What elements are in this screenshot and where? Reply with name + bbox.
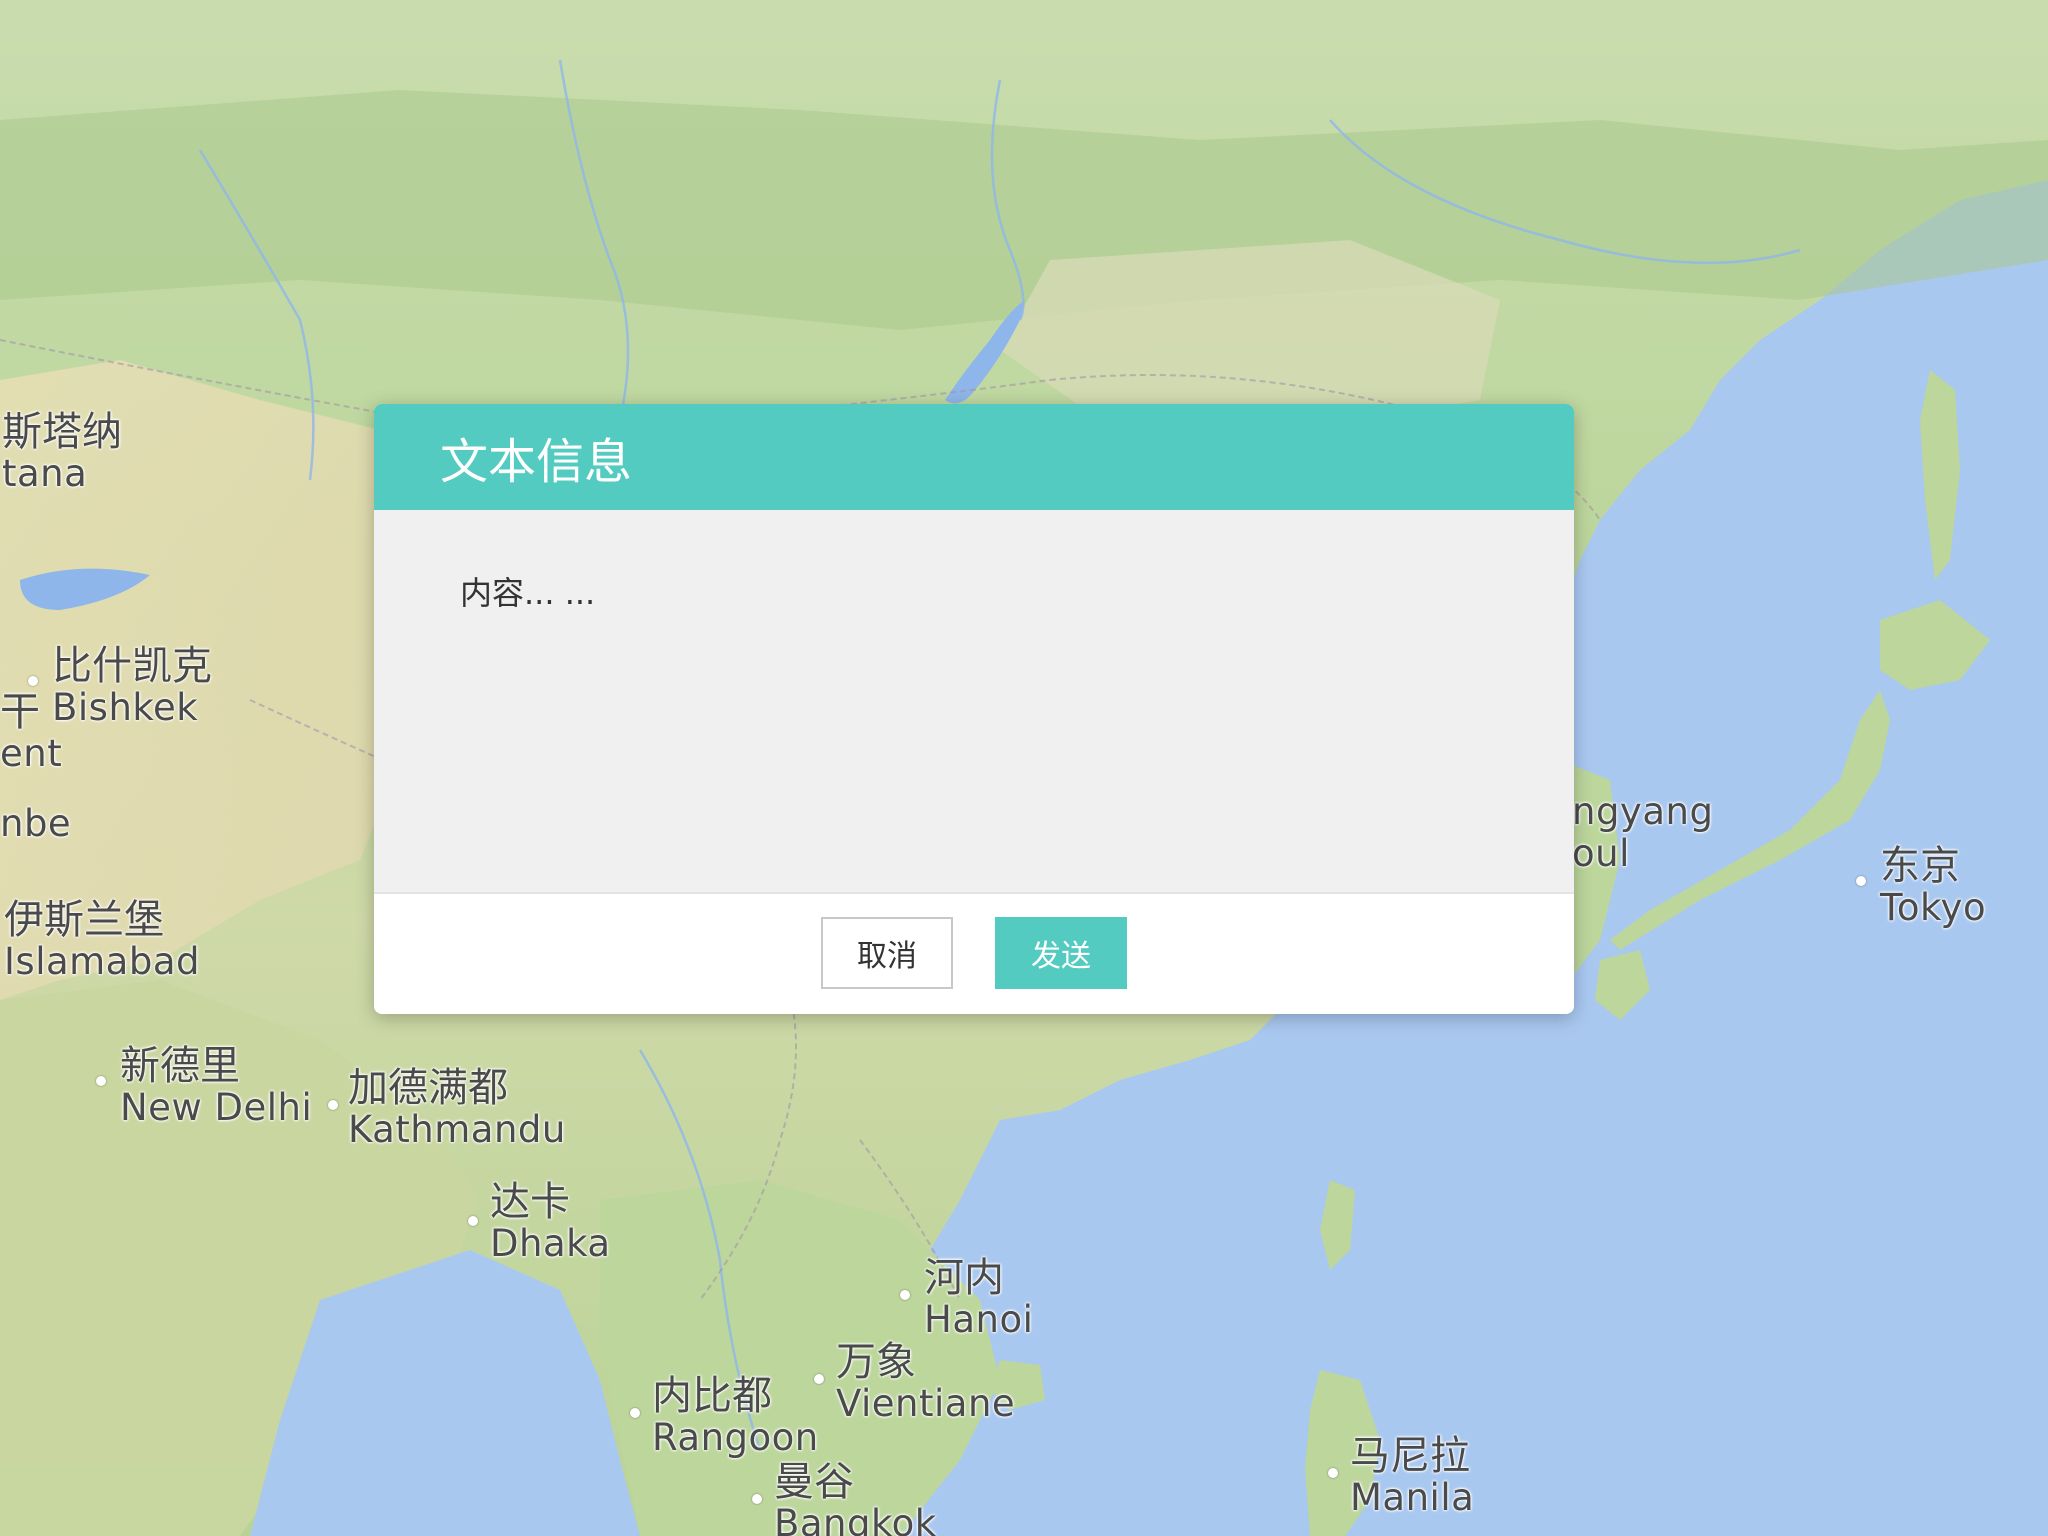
cancel-button[interactable]: 取消: [821, 917, 953, 989]
city-dot-rangoon: [630, 1408, 640, 1418]
map-label-pyongyang: ngyang: [1572, 790, 1714, 833]
city-dot-new-delhi: [96, 1076, 106, 1086]
send-button[interactable]: 发送: [995, 917, 1127, 989]
map-label-rangoon: 内比都 Rangoon: [652, 1373, 819, 1459]
map-label-hanoi: 河内 Hanoi: [924, 1255, 1034, 1341]
map-label-islamabad: 伊斯兰堡 Islamabad: [4, 897, 201, 983]
dialog-footer: 取消 发送: [374, 894, 1574, 1012]
map-label-vientiane: 万象 Vientiane: [836, 1339, 1016, 1425]
map-label-new-delhi: 新德里 New Delhi: [120, 1043, 313, 1129]
city-dot-bishkek: [28, 676, 38, 686]
dialog-header: 文本信息: [374, 404, 1574, 510]
city-dot-hanoi: [900, 1290, 910, 1300]
dialog-content: 内容... ...: [460, 574, 596, 612]
dialog-body: 内容... ...: [374, 510, 1574, 894]
text-message-dialog: 文本信息 内容... ... 取消 发送: [374, 404, 1574, 1014]
city-dot-manila: [1328, 1468, 1338, 1478]
city-dot-tokyo: [1856, 876, 1866, 886]
map-label-bishkek: 比什凯克 Bishkek: [52, 643, 212, 729]
city-dot-kathmandu: [328, 1100, 338, 1110]
map-label-manila: 马尼拉 Manila: [1350, 1433, 1475, 1519]
map-label-dhaka: 达卡 Dhaka: [490, 1179, 611, 1265]
map-label-seoul: oul: [1572, 832, 1630, 875]
map-label-dushanbe: nbe: [0, 802, 72, 845]
city-dot-bangkok: [752, 1494, 762, 1504]
map-label-bangkok: 曼谷 Bangkok: [774, 1459, 937, 1536]
map-label-astana: 斯塔纳 tana: [2, 409, 122, 495]
map-label-kathmandu: 加德满都 Kathmandu: [348, 1065, 566, 1151]
map-view[interactable]: 斯塔纳 tana 比什凯克 Bishkek 干 ent nbe 伊斯兰堡 Isl…: [0, 0, 2048, 1536]
city-dot-dhaka: [468, 1216, 478, 1226]
map-label-tashkent: 干 ent: [0, 689, 63, 775]
map-label-tokyo: 东京 Tokyo: [1880, 843, 1987, 929]
dialog-title: 文本信息: [440, 434, 633, 490]
